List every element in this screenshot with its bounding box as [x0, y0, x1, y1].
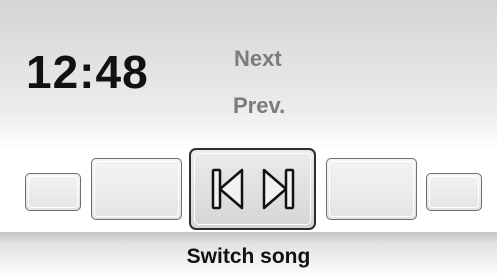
- skip-previous-icon: [211, 168, 244, 210]
- skip-next-icon: [262, 168, 295, 210]
- footer-bar: Switch song: [0, 232, 497, 278]
- carousel-button-left[interactable]: [91, 158, 182, 220]
- clock-time: 12:48: [26, 46, 149, 98]
- menu-item-next[interactable]: Next: [234, 46, 282, 72]
- carousel-button-far-left[interactable]: [25, 173, 81, 211]
- carousel-button-right[interactable]: [326, 158, 417, 220]
- footer-action-label: Switch song: [186, 245, 311, 268]
- switch-song-button[interactable]: [189, 148, 316, 230]
- menu-item-prev[interactable]: Prev.: [233, 93, 285, 119]
- skip-icons: [211, 168, 295, 210]
- music-player-screen: 12:48 Next Prev. Switch song: [0, 0, 497, 278]
- carousel-button-far-right[interactable]: [426, 173, 482, 211]
